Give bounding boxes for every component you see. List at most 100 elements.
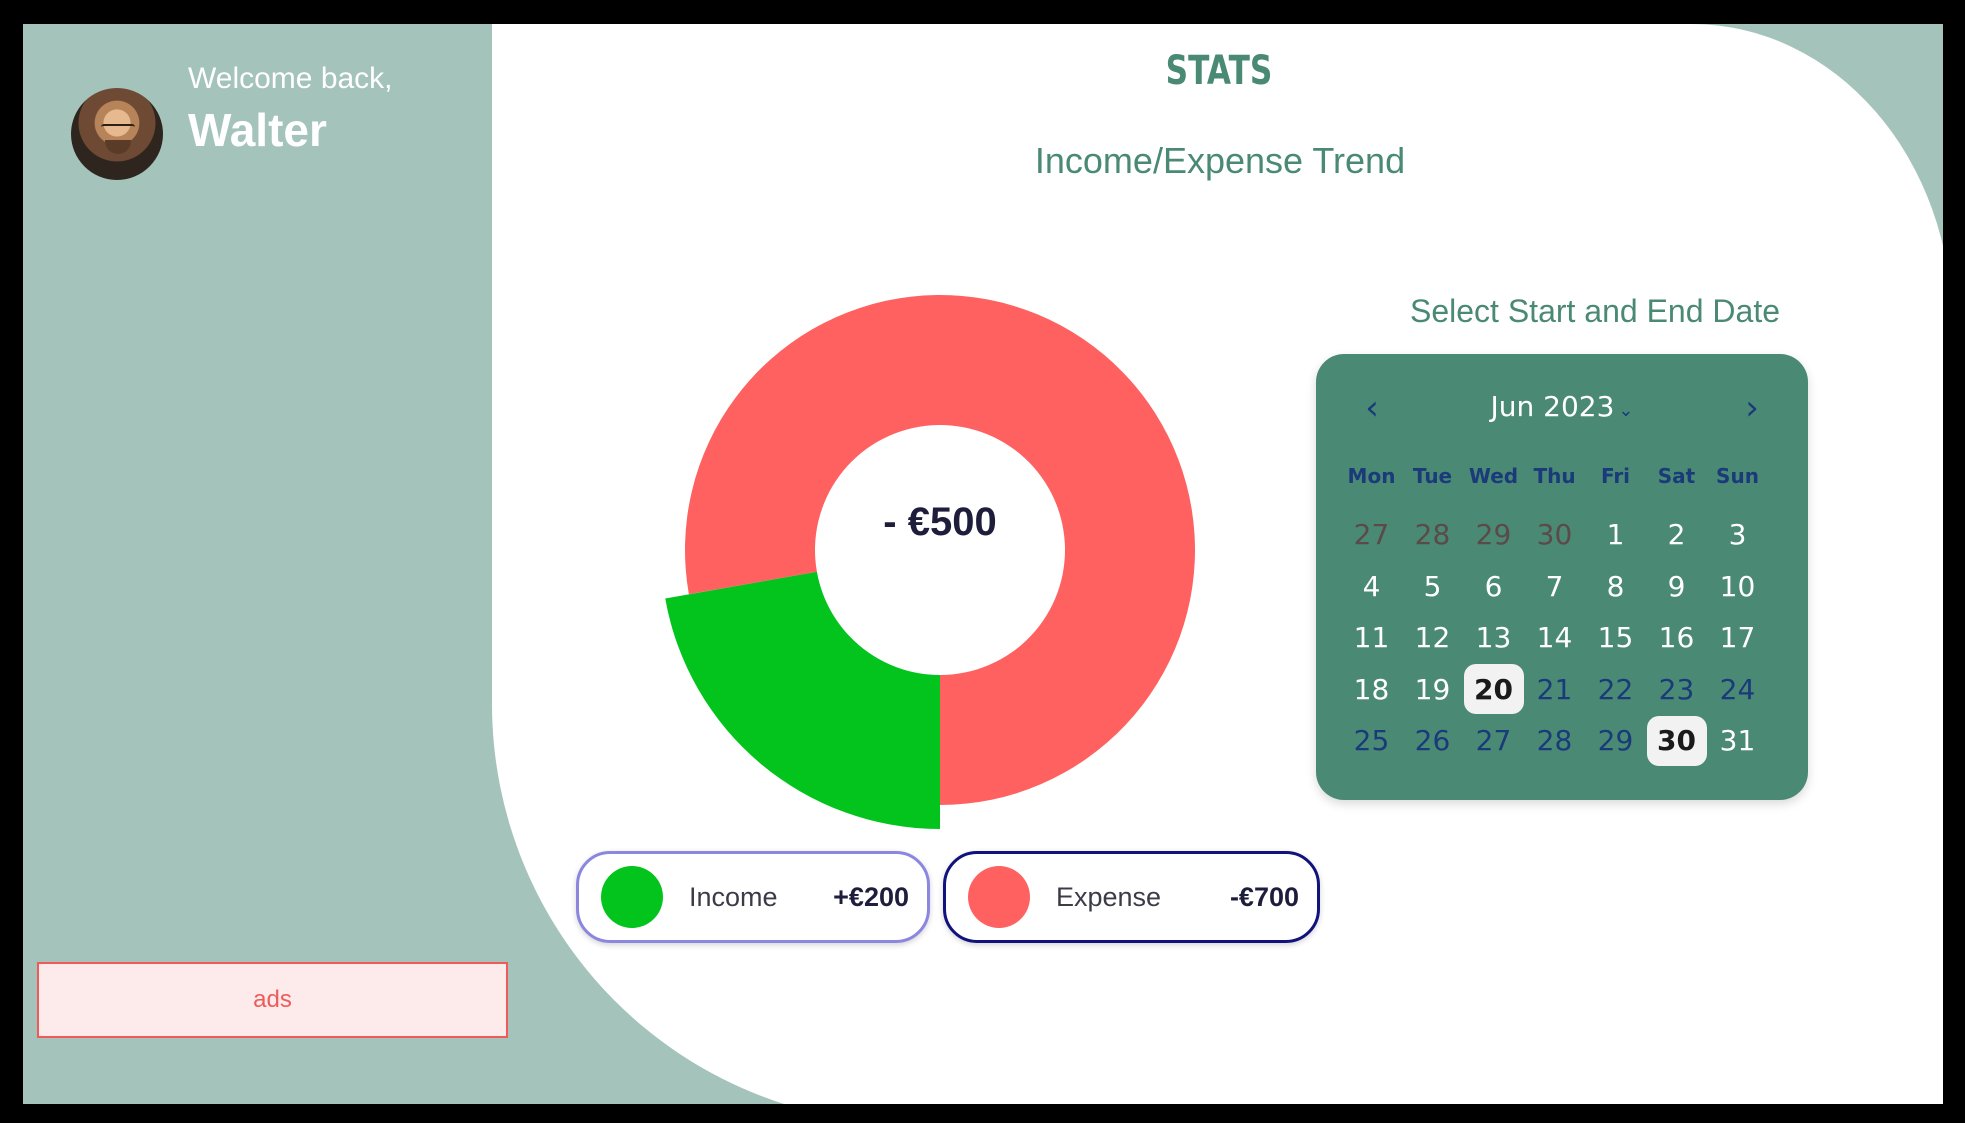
chart-subtitle: Income/Expense Trend	[1034, 140, 1406, 181]
day-number: 11	[1353, 621, 1390, 655]
ads-banner[interactable]: ads	[37, 962, 508, 1038]
day-cell[interactable]: 11	[1341, 612, 1402, 664]
day-cell[interactable]: 10	[1707, 561, 1768, 613]
next-month-button[interactable]: ›	[1734, 388, 1770, 428]
sidebar	[23, 24, 492, 1104]
day-number: 15	[1597, 621, 1634, 655]
day-number: 10	[1719, 569, 1756, 603]
welcome-text: Welcome back,	[188, 62, 393, 95]
day-number: 4	[1362, 569, 1381, 603]
day-cell[interactable]: 17	[1707, 612, 1768, 664]
day-number: 31	[1719, 724, 1756, 758]
day-number: 17	[1719, 621, 1756, 655]
day-number: 1	[1606, 518, 1625, 552]
net-balance: - €500	[883, 500, 997, 544]
weekday-label: Sun	[1716, 464, 1759, 488]
expense-label: Expense	[1056, 881, 1162, 912]
day-cell[interactable]: 8	[1585, 561, 1646, 613]
weekday-header: Mon Tue Wed Thu Fri Sat Sun	[1341, 464, 1768, 516]
chevron-down-icon: ⌄	[1618, 400, 1634, 421]
day-number: 30	[1646, 715, 1707, 766]
day-number: 25	[1353, 724, 1390, 758]
day-cell[interactable]: 27	[1341, 509, 1402, 561]
calendar-title: Select Start and End Date	[1410, 293, 1780, 329]
day-number: 3	[1728, 518, 1747, 552]
day-cell[interactable]: 31	[1707, 715, 1768, 767]
day-cell[interactable]: 22	[1585, 664, 1646, 716]
day-cell[interactable]: 14	[1524, 612, 1585, 664]
selected-day-cell[interactable]: 30	[1646, 715, 1707, 767]
avatar-glasses	[101, 124, 135, 132]
expense-amount: -€700	[1229, 881, 1299, 912]
day-number: 9	[1667, 569, 1686, 603]
day-cell[interactable]: 2	[1646, 509, 1707, 561]
day-cell[interactable]: 29	[1463, 509, 1524, 561]
day-number: 2	[1667, 518, 1686, 552]
day-number: 27	[1475, 724, 1512, 758]
day-number: 30	[1536, 518, 1573, 552]
income-amount: +€200	[833, 881, 909, 912]
day-number: 13	[1475, 621, 1512, 655]
day-cell[interactable]: 7	[1524, 561, 1585, 613]
day-cell[interactable]: 13	[1463, 612, 1524, 664]
day-cell[interactable]: 16	[1646, 612, 1707, 664]
day-cell[interactable]: 28	[1402, 509, 1463, 561]
day-cell[interactable]: 5	[1402, 561, 1463, 613]
day-number: 12	[1414, 621, 1451, 655]
user-name: Walter	[188, 104, 327, 156]
day-cell[interactable]: 12	[1402, 612, 1463, 664]
day-grid: 27 28 29 30 1 2 3 4 5 6 7 8 9 10 11 12 13 14 15 16 17 18 19 20 2…	[1341, 509, 1768, 767]
day-cell[interactable]: 4	[1341, 561, 1402, 613]
day-cell[interactable]: 28	[1524, 715, 1585, 767]
day-cell[interactable]: 26	[1402, 715, 1463, 767]
day-number: 7	[1545, 569, 1564, 603]
weekday-label: Fri	[1600, 464, 1631, 488]
day-cell[interactable]: 1	[1585, 509, 1646, 561]
day-number: 28	[1536, 724, 1573, 758]
weekday-label: Mon	[1347, 464, 1396, 488]
day-cell[interactable]: 3	[1707, 509, 1768, 561]
day-number: 28	[1414, 518, 1451, 552]
day-cell[interactable]: 29	[1585, 715, 1646, 767]
donut-slice-income[interactable]	[665, 571, 940, 829]
day-number: 29	[1597, 724, 1634, 758]
day-number: 24	[1719, 672, 1756, 706]
legend-expense[interactable]: Expense -€700	[943, 851, 1320, 943]
weekday-label: Sat	[1657, 464, 1696, 488]
day-number: 27	[1353, 518, 1390, 552]
day-cell[interactable]: 15	[1585, 612, 1646, 664]
month-label: Jun 2023	[1490, 390, 1615, 423]
day-number: 26	[1414, 724, 1451, 758]
day-number: 18	[1353, 672, 1390, 706]
selected-day-cell[interactable]: 20	[1463, 664, 1524, 716]
day-number: 20	[1463, 664, 1524, 715]
weekday-label: Thu	[1533, 464, 1576, 488]
day-number: 5	[1423, 569, 1442, 603]
day-cell[interactable]: 19	[1402, 664, 1463, 716]
expense-color-dot	[968, 866, 1030, 928]
page-title: STATS	[1165, 48, 1273, 94]
day-cell[interactable]: 18	[1341, 664, 1402, 716]
day-cell[interactable]: 23	[1646, 664, 1707, 716]
avatar-beard	[105, 140, 131, 154]
donut-chart-svg	[665, 295, 1195, 829]
day-cell[interactable]: 24	[1707, 664, 1768, 716]
weekday-label: Tue	[1412, 464, 1453, 488]
day-number: 19	[1414, 672, 1451, 706]
day-number: 6	[1484, 569, 1503, 603]
legend-income[interactable]: Income +€200	[576, 851, 930, 943]
day-number: 23	[1658, 672, 1695, 706]
day-cell[interactable]: 25	[1341, 715, 1402, 767]
calendar-header: ‹ Jun 2023 ⌄ ›	[1316, 388, 1808, 428]
avatar[interactable]	[71, 88, 163, 180]
day-number: 16	[1658, 621, 1695, 655]
day-cell[interactable]: 21	[1524, 664, 1585, 716]
date-range-calendar: ‹ Jun 2023 ⌄ › Mon Tue Wed Thu Fri Sat Sun 27 28…	[1316, 354, 1808, 800]
donut-chart	[660, 270, 1220, 830]
day-cell[interactable]: 6	[1463, 561, 1524, 613]
day-cell[interactable]: 9	[1646, 561, 1707, 613]
day-cell[interactable]: 30	[1524, 509, 1585, 561]
day-number: 29	[1475, 518, 1512, 552]
weekday-label: Wed	[1468, 464, 1519, 488]
day-cell[interactable]: 27	[1463, 715, 1524, 767]
